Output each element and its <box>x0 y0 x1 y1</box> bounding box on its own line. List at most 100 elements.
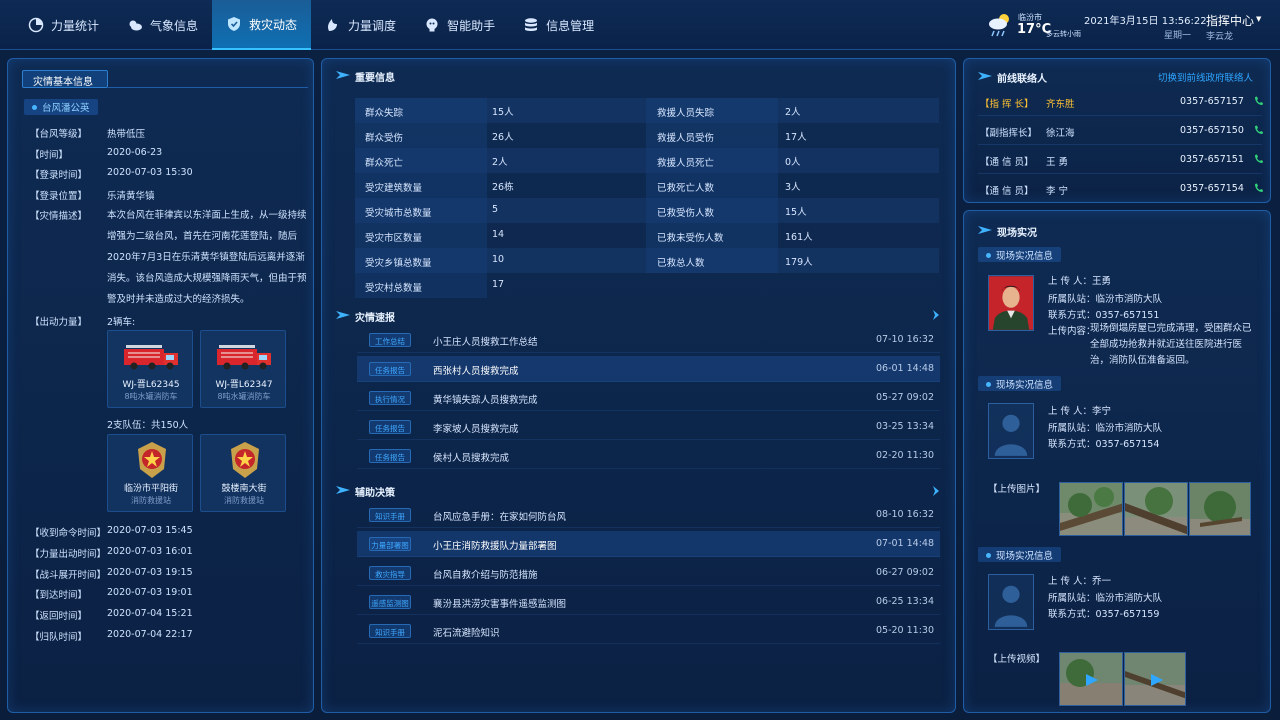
truck-card[interactable]: WJ-晋L62345 8吨水罐消防车 <box>107 330 193 408</box>
media-label: 【上传图片】 <box>988 484 1046 495</box>
list-item[interactable]: 任务报告 西张村人员搜救完成 06-01 14:48 <box>357 356 940 382</box>
user-name: 李云龙 <box>1206 32 1234 42</box>
report-title: 小王庄人员搜救工作总结 <box>433 337 538 348</box>
list-item[interactable]: 力量部署图 小王庄消防救援队力量部署图 07-01 14:48 <box>357 531 940 557</box>
contact-phone: 0357-657157 <box>1180 96 1244 107</box>
contact-phone: 0357-657150 <box>1180 125 1244 136</box>
field-label: 【时间】 <box>30 150 69 161</box>
more-arrow-icon[interactable] <box>932 486 940 496</box>
nav-item-weather[interactable]: 气象信息 <box>113 0 212 50</box>
uploaded-image[interactable] <box>1189 482 1251 536</box>
field-value: 乐清黄华镇 <box>107 191 155 202</box>
force-value: 2辆车: <box>107 317 136 328</box>
uploader-team: 所属队站：临汾市消防大队 <box>1048 294 1163 305</box>
field-value: 热带低压 <box>107 129 146 140</box>
kv-label: 已救死亡人数 <box>657 183 715 194</box>
nav-item-assistant[interactable]: 智能助手 <box>410 0 509 50</box>
uploader-photo[interactable] <box>988 275 1034 331</box>
contact-row: 【通 信 员】 李 宁 0357-657154 <box>978 175 1263 203</box>
decision-title: 台风应急手册：在家如何防台风 <box>433 512 567 523</box>
uploaded-image[interactable] <box>1124 482 1188 536</box>
media-label: 【上传视频】 <box>988 654 1046 665</box>
table-row: 受灾村总数量 17 <box>355 273 939 298</box>
list-item[interactable]: 知识手册 泥石流避险知识 05-20 11:30 <box>357 618 940 644</box>
uploader: 上 传 人：乔一 <box>1048 576 1112 587</box>
list-item[interactable]: 任务报告 李家坡人员搜救完成 03-25 13:34 <box>357 414 940 440</box>
kv-label: 群众受伤 <box>365 133 404 144</box>
weekday: 星期一 <box>1164 31 1192 41</box>
time-label: 【到达时间】 <box>30 590 88 601</box>
uploader-photo[interactable] <box>988 574 1034 630</box>
force-label: 【出动力量】 <box>30 317 88 328</box>
truck-type: 8吨水罐消防车 <box>124 392 178 401</box>
switch-contacts-link[interactable]: 切换到前线政府联络人 <box>1158 70 1253 84</box>
caret-down-icon: ▼ <box>1256 15 1262 23</box>
time-value: 2020-07-03 16:01 <box>107 546 193 557</box>
kv-value: 26栋 <box>492 182 514 193</box>
team-type: 消防救援站 <box>131 496 171 505</box>
contact-row: 【副指挥长】 徐江海 0357-657150 <box>978 117 1263 145</box>
divider <box>108 87 308 88</box>
time-value: 2020-07-04 22:17 <box>107 629 193 640</box>
command-center-menu[interactable]: 指挥中心 ▼ <box>1206 12 1261 29</box>
uploader-team: 所属队站：临汾市消防大队 <box>1048 593 1163 604</box>
kv-label: 受灾城市总数量 <box>365 208 432 219</box>
team-card[interactable]: 鼓楼南大街 消防救援站 <box>200 434 286 512</box>
decision-tag: 力量部署图 <box>369 537 411 551</box>
dot-icon <box>986 382 991 387</box>
uploaded-video[interactable] <box>1124 652 1186 706</box>
shield-icon <box>226 16 242 32</box>
table-row: 受灾城市总数量 5 已救受伤人数 15人 <box>355 198 939 223</box>
nav-item-info-manage[interactable]: 信息管理 <box>509 0 608 50</box>
datetime: 2021年3月15日 13:56:22 <box>1084 16 1207 27</box>
truck-card[interactable]: WJ-晋L62347 8吨水罐消防车 <box>200 330 286 408</box>
report-date: 03-25 13:34 <box>875 421 934 432</box>
report-title: 西张村人员搜救完成 <box>433 366 519 377</box>
list-item[interactable]: 执行情况 黄华镇失踪人员搜救完成 05-27 09:02 <box>357 385 940 411</box>
list-item[interactable]: 工作总结 小王庄人员搜救工作总结 07-10 16:32 <box>357 327 940 353</box>
kv-value: 2人 <box>492 157 508 168</box>
uploader: 上 传 人：王勇 <box>1048 276 1112 287</box>
scene-tag: 现场实况信息 <box>978 247 1062 262</box>
kv-label: 受灾建筑数量 <box>365 183 423 194</box>
nav-item-dispatch[interactable]: 力量调度 <box>311 0 410 50</box>
report-date: 02-20 11:30 <box>875 450 934 461</box>
phone-icon[interactable] <box>1254 125 1263 135</box>
kv-label: 群众失踪 <box>365 108 404 119</box>
nav-item-force-stats[interactable]: 力量统计 <box>14 0 113 50</box>
uploader-photo[interactable] <box>988 403 1034 459</box>
more-arrow-icon[interactable] <box>932 310 940 320</box>
list-item[interactable]: 任务报告 侯村人员搜救完成 02-20 11:30 <box>357 443 940 469</box>
list-item[interactable]: 遥感监测图 襄汾县洪涝灾害事件遥感监测图 06-25 13:34 <box>357 589 940 615</box>
list-item[interactable]: 知识手册 台风应急手册：在家如何防台风 08-10 16:32 <box>357 502 940 528</box>
nav-item-disaster-news[interactable]: 救灾动态 <box>212 0 312 50</box>
kv-value: 17 <box>492 279 505 290</box>
uploaded-image[interactable] <box>1059 482 1123 536</box>
time-label: 【归队时间】 <box>30 632 88 643</box>
weather-desc: 多云转小雨 <box>1046 30 1081 38</box>
contact-role: 【通 信 员】 <box>980 157 1034 168</box>
contact-row: 【通 信 员】 王 勇 0357-657151 <box>978 146 1263 174</box>
kv-label: 受灾村总数量 <box>365 283 423 294</box>
fire-truck-icon <box>217 345 271 370</box>
kv-value: 14 <box>492 229 505 240</box>
dot-icon <box>986 253 991 258</box>
decision-date: 06-25 13:34 <box>875 596 934 607</box>
phone-icon[interactable] <box>1254 183 1263 193</box>
table-row: 群众死亡 2人 救援人员死亡 0人 <box>355 148 939 173</box>
report-date: 06-01 14:48 <box>875 363 934 374</box>
upload-content-label: 上传内容： <box>1048 326 1096 337</box>
list-item[interactable]: 救灾指导 台风自救介绍与防范措施 06-27 09:02 <box>357 560 940 586</box>
nav-label: 智能助手 <box>447 18 496 33</box>
team-card[interactable]: 临汾市平阳街 消防救援站 <box>107 434 193 512</box>
report-tag: 工作总结 <box>369 333 411 347</box>
uploaded-video[interactable] <box>1059 652 1123 706</box>
top-bar: 力量统计 气象信息 救灾动态 力量调度 智能助手 信息管理 临汾市 17°C 多… <box>0 0 1280 50</box>
scene-tag-label: 现场实况信息 <box>996 380 1054 391</box>
kv-value: 3人 <box>785 182 801 193</box>
section-arrow-icon <box>336 486 350 494</box>
phone-icon[interactable] <box>1254 154 1263 164</box>
panel-title: 灾情基本信息 <box>22 70 108 88</box>
contact-role: 【指 挥 长】 <box>980 99 1034 110</box>
phone-icon[interactable] <box>1254 96 1263 106</box>
